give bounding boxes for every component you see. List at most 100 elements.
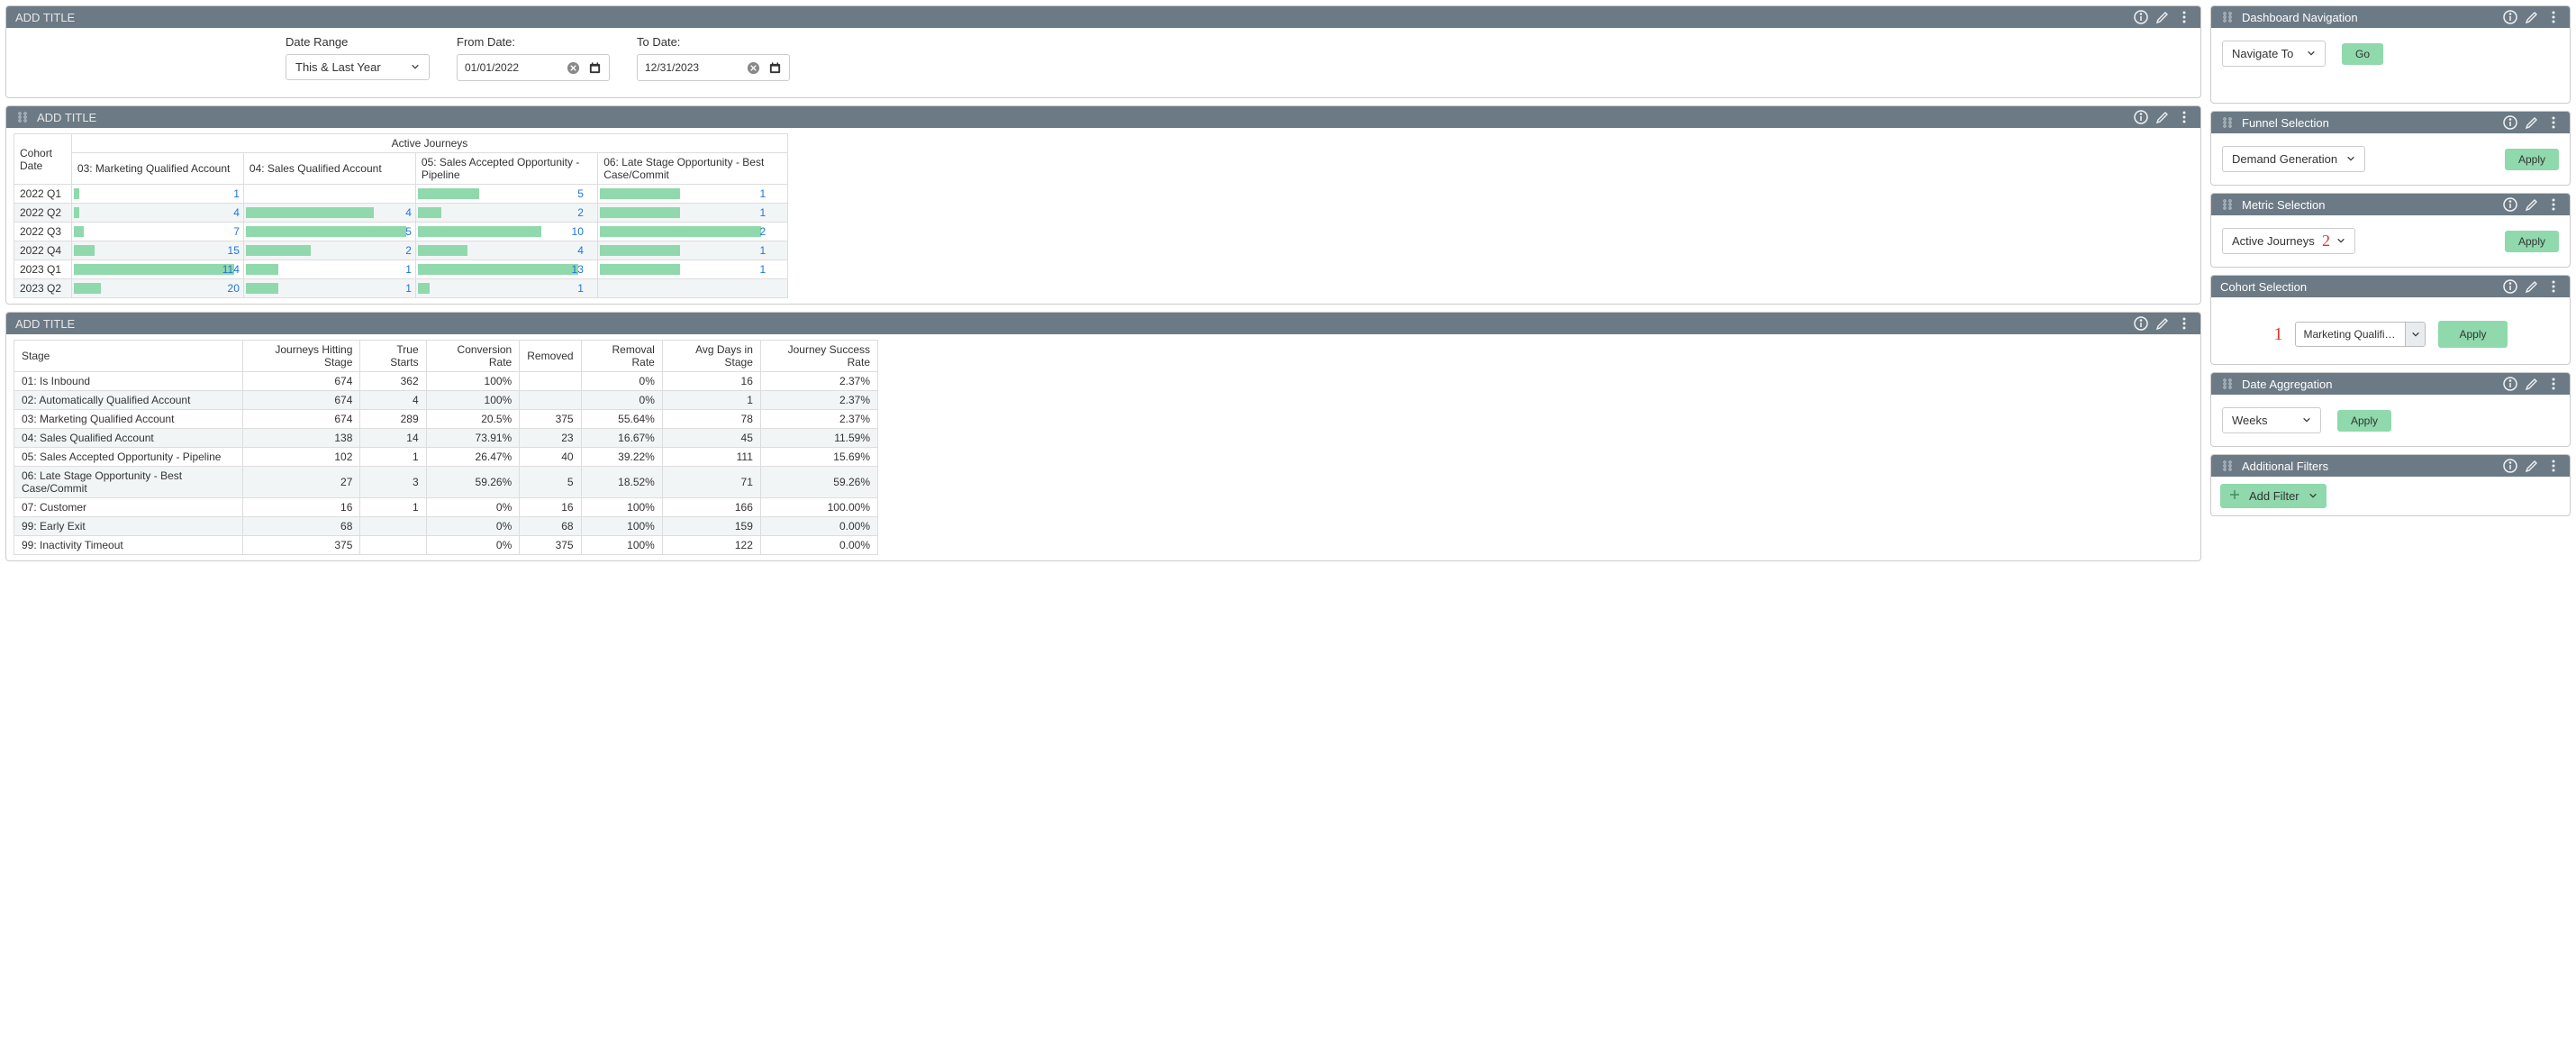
table-row: 99: Inactivity Timeout3750%375100%1220.0… [14,536,878,555]
date-agg-dropdown[interactable]: Weeks [2222,407,2321,433]
table-row: 2023 Q22011 [14,279,788,298]
apply-button[interactable]: Apply [2438,321,2507,348]
navigate-to-dropdown[interactable]: Navigate To [2222,41,2326,67]
stage-stats-panel: ADD TITLE StageJourneys Hitting StageTru… [5,312,2201,561]
panel-header: Cohort Selection [2211,276,2570,297]
date-filter-panel: ADD TITLE Date Range This & Last Year Fr… [5,5,2201,98]
to-date-label: To Date: [637,35,790,49]
panel-title: Additional Filters [2242,460,2328,473]
pencil-icon[interactable] [2525,10,2539,24]
info-icon[interactable] [2503,459,2517,473]
plus-icon [2229,489,2240,503]
kebab-icon[interactable] [2546,10,2561,24]
info-icon[interactable] [2503,10,2517,24]
panel-title-input[interactable]: ADD TITLE [15,11,75,24]
panel-header: ADD TITLE [6,106,2200,128]
info-icon[interactable] [2503,197,2517,212]
panel-header: Additional Filters [2211,455,2570,477]
table-row: 2022 Q375102 [14,223,788,241]
caret-down-icon [411,60,420,74]
caret-down-icon [2336,234,2345,248]
info-icon[interactable] [2134,110,2148,124]
pencil-icon[interactable] [2525,197,2539,212]
apply-button[interactable]: Apply [2505,149,2559,170]
pencil-icon[interactable] [2525,459,2539,473]
table-row: 03: Marketing Qualified Account67428920.… [14,410,878,429]
info-icon[interactable] [2503,377,2517,391]
pencil-icon[interactable] [2525,115,2539,130]
caret-down-icon [2307,47,2316,60]
kebab-icon[interactable] [2546,279,2561,294]
kebab-icon[interactable] [2177,10,2191,24]
metric-dropdown[interactable]: Active Journeys [2222,228,2355,254]
from-date-input[interactable]: 01/01/2022 [457,54,610,81]
panel-header: Funnel Selection [2211,112,2570,133]
cohort-bar-table: Cohort DateActive Journeys03: Marketing … [14,133,788,298]
apply-button[interactable]: Apply [2505,231,2559,252]
to-date-value: 12/31/2023 [645,61,739,74]
apply-button[interactable]: Apply [2337,410,2391,432]
table-row: 2022 Q415241 [14,241,788,260]
date-range-value: This & Last Year [295,60,381,74]
annotation-2: 2 [2322,232,2330,250]
panel-header: Dashboard Navigation [2211,6,2570,28]
drag-icon[interactable] [2220,197,2235,212]
table-row: 99: Early Exit680%68100%1590.00% [14,517,878,536]
calendar-icon[interactable] [587,60,602,75]
column-header[interactable]: Journey Success Rate [760,341,877,372]
column-header[interactable]: Conversion Rate [426,341,520,372]
pencil-icon[interactable] [2525,279,2539,294]
table-row: 01: Is Inbound674362100%0%162.37% [14,372,878,391]
pencil-icon[interactable] [2155,10,2170,24]
info-icon[interactable] [2134,10,2148,24]
date-range-dropdown[interactable]: This & Last Year [286,54,430,80]
column-header[interactable]: Removed [520,341,581,372]
info-icon[interactable] [2503,115,2517,130]
drag-icon[interactable] [2220,115,2235,130]
add-filter-button[interactable]: Add Filter [2220,484,2327,508]
pencil-icon[interactable] [2525,377,2539,391]
column-header[interactable]: Avg Days in Stage [662,341,760,372]
drag-icon[interactable] [2220,459,2235,473]
caret-down-icon[interactable] [2405,323,2425,346]
kebab-icon[interactable] [2546,459,2561,473]
column-header[interactable]: Stage [14,341,243,372]
clear-icon[interactable] [746,60,760,75]
table-row: 04: Sales Qualified Account1381473.91%23… [14,429,878,448]
panel-header: Metric Selection [2211,194,2570,215]
panel-title-input[interactable]: ADD TITLE [15,317,75,331]
funnel-dropdown[interactable]: Demand Generation [2222,146,2365,172]
kebab-icon[interactable] [2546,197,2561,212]
panel-title-input[interactable]: ADD TITLE [37,111,96,124]
info-icon[interactable] [2503,279,2517,294]
drag-icon[interactable] [2220,10,2235,24]
kebab-icon[interactable] [2177,316,2191,331]
table-row: 07: Customer1610%16100%166100.00% [14,498,878,517]
metric-selection-panel: Metric Selection Active Journeys 2 Apply [2210,193,2571,268]
from-date-value: 01/01/2022 [465,61,558,74]
info-icon[interactable] [2134,316,2148,331]
drag-icon[interactable] [2220,377,2235,391]
clear-icon[interactable] [566,60,580,75]
kebab-icon[interactable] [2546,377,2561,391]
pencil-icon[interactable] [2155,110,2170,124]
cohort-selection-panel: Cohort Selection 1 Marketing Qualified A… [2210,275,2571,365]
cohort-dropdown[interactable]: Marketing Qualified Ac... [2295,322,2426,347]
pencil-icon[interactable] [2155,316,2170,331]
panel-title: Date Aggregation [2242,378,2332,391]
column-header[interactable]: Removal Rate [581,341,662,372]
drag-icon[interactable] [15,110,30,124]
kebab-icon[interactable] [2177,110,2191,124]
additional-filters-panel: Additional Filters Add Filter [2210,454,2571,516]
calendar-icon[interactable] [767,60,782,75]
column-header[interactable]: True Starts [360,341,426,372]
funnel-selection-panel: Funnel Selection Demand Generation Apply [2210,111,2571,186]
table-row: 02: Automatically Qualified Account67441… [14,391,878,410]
kebab-icon[interactable] [2546,115,2561,130]
to-date-input[interactable]: 12/31/2023 [637,54,790,81]
go-button[interactable]: Go [2342,43,2383,65]
column-header[interactable]: Journeys Hitting Stage [242,341,360,372]
add-filter-label: Add Filter [2249,489,2299,503]
dashboard-nav-panel: Dashboard Navigation Navigate To Go [2210,5,2571,104]
cohort-bar-panel: ADD TITLE Cohort DateActive Journeys03: … [5,105,2201,305]
